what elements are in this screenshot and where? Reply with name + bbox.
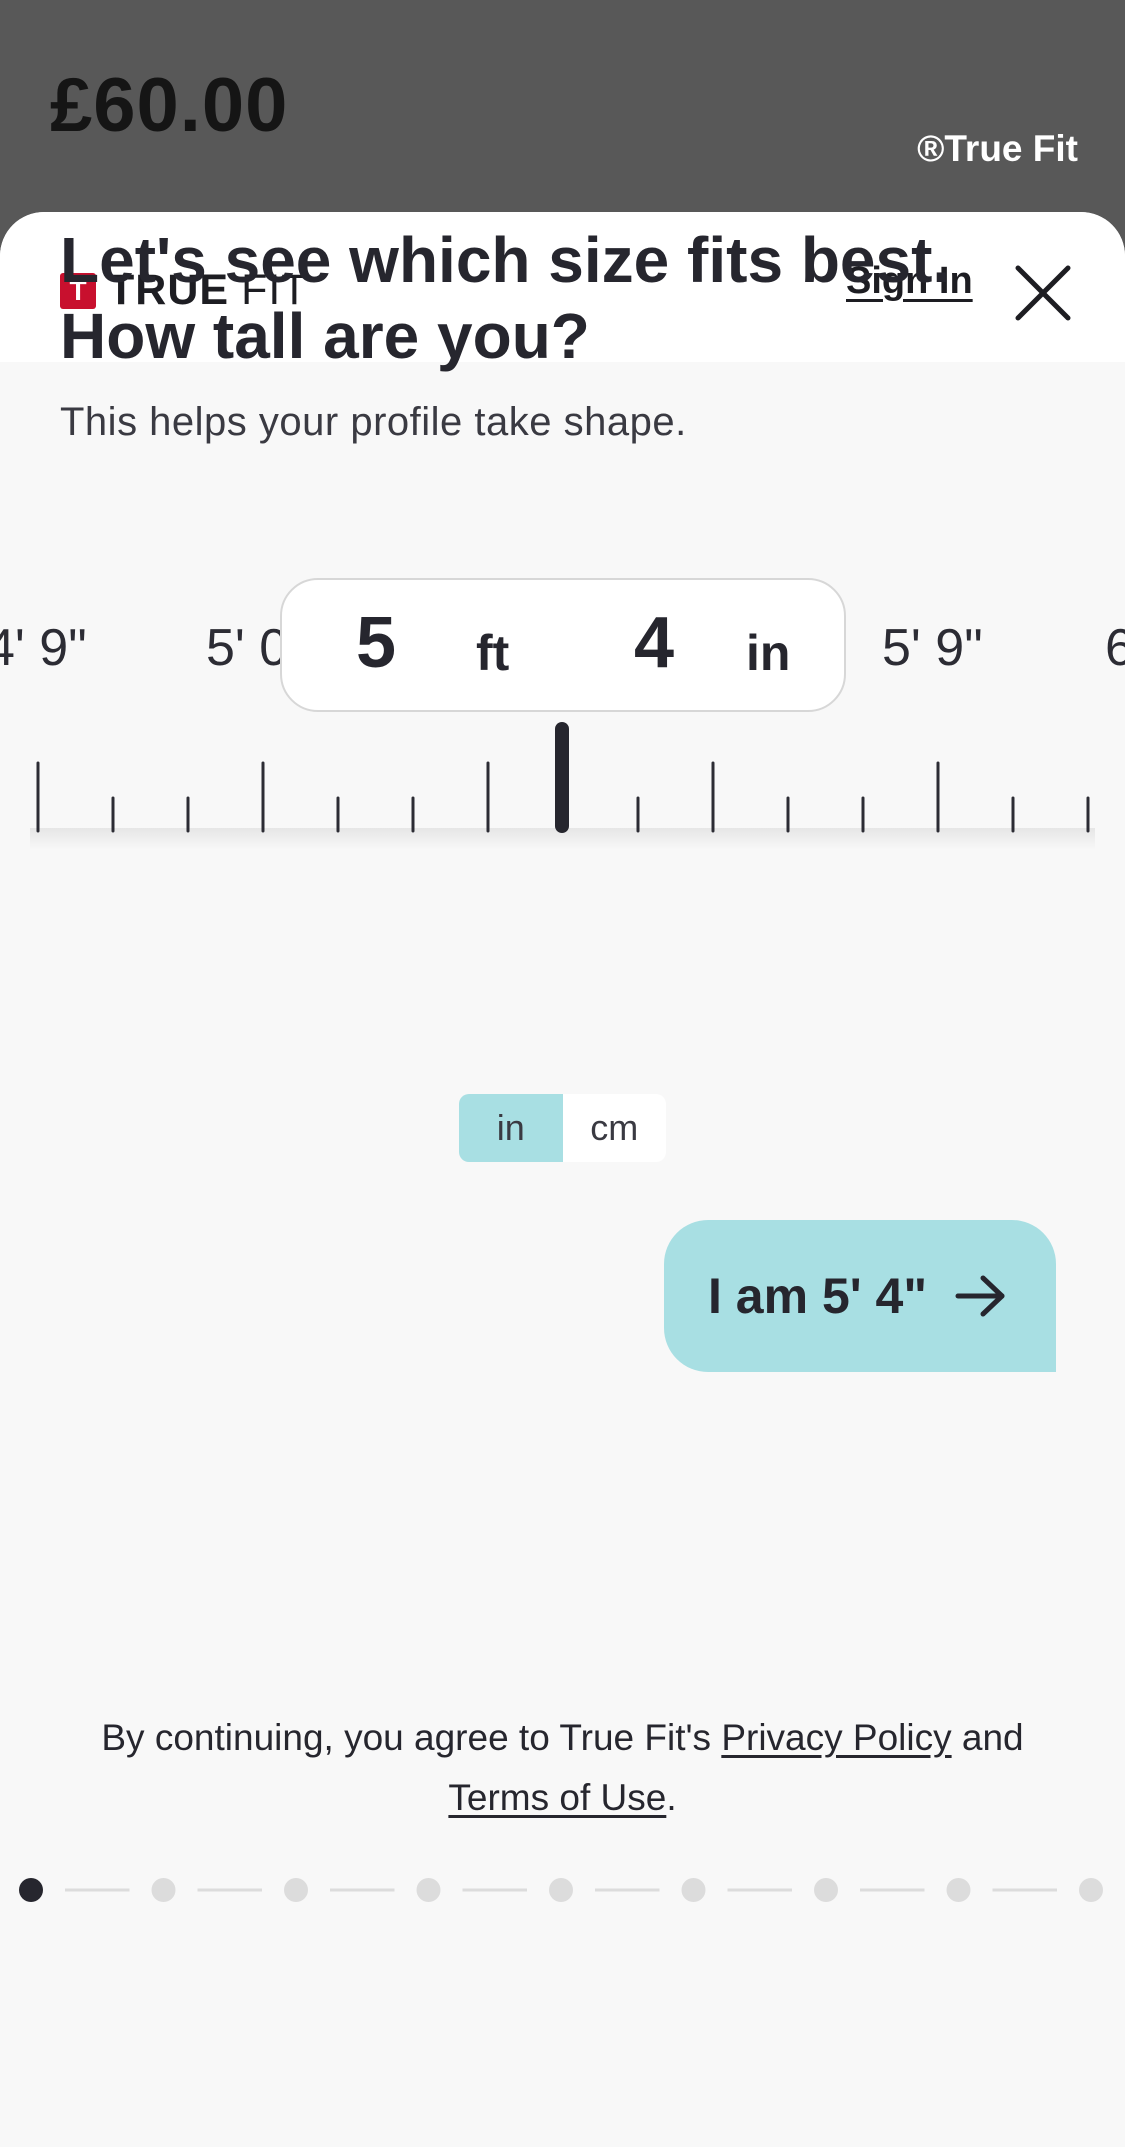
unit-option-in[interactable]: in bbox=[459, 1094, 563, 1162]
confirm-height-button[interactable]: I am 5' 4" bbox=[664, 1220, 1056, 1372]
terms-of-use-link[interactable]: Terms of Use bbox=[448, 1777, 666, 1818]
legal-middle: and bbox=[951, 1717, 1024, 1758]
brand-link[interactable]: ®True Fit bbox=[917, 128, 1078, 170]
title-line-1: Let's see which size fits best. bbox=[60, 224, 951, 296]
unit-option-cm[interactable]: cm bbox=[562, 1094, 666, 1162]
progress-step-dot bbox=[946, 1878, 971, 1902]
ruler-label: 6 bbox=[1105, 619, 1125, 677]
progress-step-dot bbox=[549, 1878, 573, 1902]
height-picker[interactable]: 5 ft 4 in bbox=[280, 578, 846, 712]
product-price: £60.00 bbox=[50, 63, 289, 148]
height-ruler[interactable] bbox=[0, 718, 1125, 833]
progress-step-dot bbox=[1079, 1878, 1103, 1902]
inches-unit: in bbox=[746, 625, 791, 681]
arrow-right-icon bbox=[955, 1275, 1005, 1317]
ruler-label: 4' 9" bbox=[0, 619, 87, 677]
page-subtitle: This helps your profile take shape. bbox=[60, 400, 687, 444]
progress-step-dot bbox=[814, 1878, 838, 1902]
title-line-2: How tall are you? bbox=[60, 300, 590, 372]
inches-value: 4 bbox=[634, 603, 675, 683]
legal-text: By continuing, you agree to True Fit's P… bbox=[30, 1708, 1095, 1828]
page-title: Let's see which size fits best. How tall… bbox=[60, 222, 1090, 374]
progress-step-dot bbox=[416, 1878, 441, 1902]
progress-step-dot bbox=[681, 1878, 706, 1902]
progress-step-dot bbox=[19, 1878, 43, 1902]
true-fit-sheet: T TRUE FIT Sign In bbox=[0, 212, 1125, 2147]
progress-step-dot bbox=[151, 1878, 176, 1902]
feet-unit: ft bbox=[476, 625, 510, 681]
progress-stepper bbox=[19, 1878, 1103, 1902]
legal-prefix: By continuing, you agree to True Fit's bbox=[101, 1717, 722, 1758]
feet-value: 5 bbox=[356, 603, 397, 683]
ruler-label: 5' 0 bbox=[206, 619, 289, 677]
unit-toggle[interactable]: in cm bbox=[459, 1094, 666, 1162]
legal-suffix: . bbox=[666, 1777, 677, 1818]
privacy-policy-link[interactable]: Privacy Policy bbox=[721, 1717, 951, 1758]
ruler-label: 5' 9" bbox=[882, 619, 983, 677]
ruler-indicator bbox=[555, 722, 569, 833]
progress-step-dot bbox=[284, 1878, 308, 1902]
confirm-height-label: I am 5' 4" bbox=[708, 1268, 928, 1324]
